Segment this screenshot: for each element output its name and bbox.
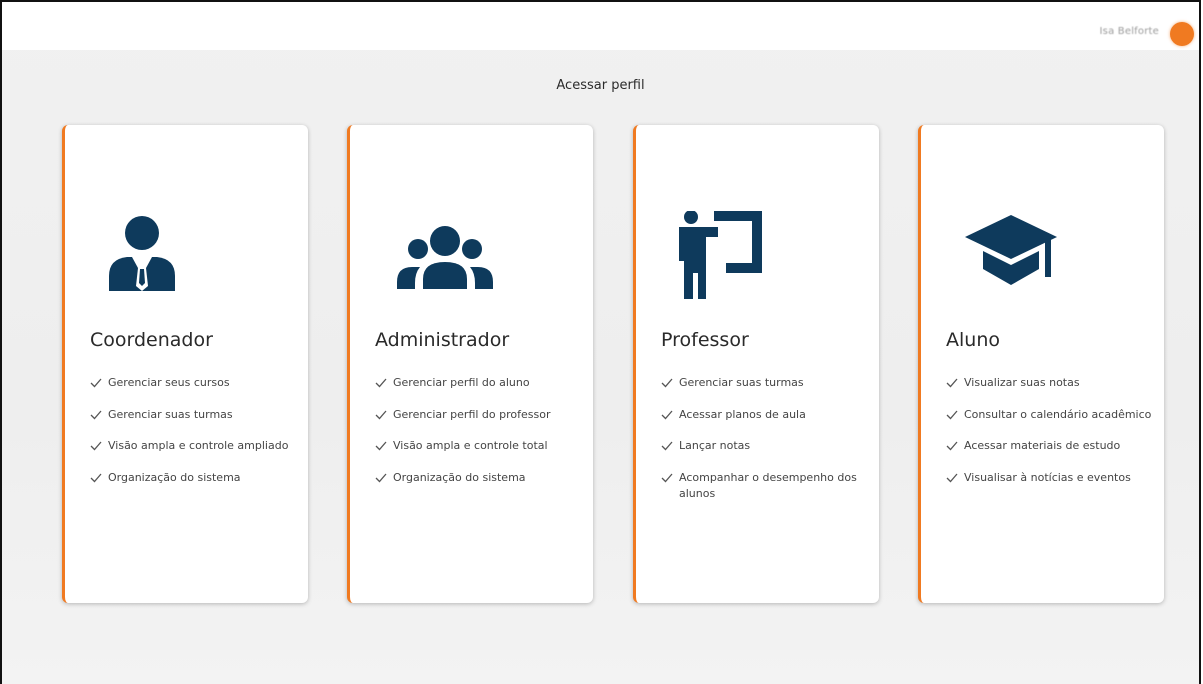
card-title: Aluno	[946, 329, 1000, 351]
feature-item: Lançar notas	[661, 438, 873, 454]
feature-item: Acessar planos de aula	[661, 407, 873, 423]
feature-item: Gerenciar perfil do aluno	[375, 375, 587, 391]
profile-card-professor[interactable]: Professor Gerenciar suas turmas Acessar …	[633, 125, 879, 603]
feature-item: Acessar materiais de estudo	[946, 438, 1158, 454]
feature-text: Gerenciar suas turmas	[679, 376, 804, 389]
feature-list: Gerenciar perfil do aluno Gerenciar perf…	[375, 375, 587, 501]
user-name[interactable]: Isa Belforte	[1100, 26, 1159, 37]
graduation-cap-icon	[961, 211, 1057, 301]
feature-item: Acompanhar o desempenho dos alunos	[661, 470, 873, 502]
check-icon	[661, 407, 675, 423]
businessman-icon	[105, 211, 195, 301]
check-icon	[90, 438, 104, 454]
profile-card-administrador[interactable]: Administrador Gerenciar perfil do aluno …	[347, 125, 593, 603]
feature-text: Organização do sistema	[393, 470, 526, 484]
check-icon	[90, 375, 104, 391]
feature-text: Acessar planos de aula	[679, 407, 806, 421]
check-icon	[90, 470, 104, 486]
feature-item: Gerenciar suas turmas	[90, 407, 302, 423]
feature-item: Consultar o calendário acadêmico	[946, 407, 1158, 423]
page-title: Acessar perfil	[556, 78, 645, 93]
check-icon	[375, 375, 389, 391]
teacher-board-icon	[676, 211, 766, 301]
check-icon	[946, 407, 960, 423]
check-icon	[661, 470, 675, 486]
feature-text: Acompanhar o desempenho dos alunos	[679, 470, 857, 500]
card-title: Administrador	[375, 329, 510, 351]
check-icon	[375, 407, 389, 423]
check-icon	[661, 375, 675, 391]
feature-item: Visão ampla e controle ampliado	[90, 438, 302, 454]
card-title: Professor	[661, 329, 749, 351]
feature-text: Organização do sistema	[108, 470, 241, 484]
card-title: Coordenador	[90, 329, 213, 351]
feature-item: Organização do sistema	[375, 470, 587, 486]
feature-text: Visualizar suas notas	[964, 376, 1080, 389]
profile-card-coordenador[interactable]: Coordenador Gerenciar seus cursos Gerenc…	[62, 125, 308, 603]
profile-card-aluno[interactable]: Aluno Visualizar suas notas Consultar o …	[918, 125, 1164, 603]
check-icon	[946, 438, 960, 454]
feature-text: Consultar o calendário acadêmico	[964, 407, 1152, 421]
user-avatar[interactable]	[1170, 22, 1194, 46]
feature-item: Visualisar à notícias e eventos	[946, 470, 1158, 486]
feature-item: Gerenciar suas turmas	[661, 375, 873, 391]
users-group-icon	[390, 211, 493, 301]
feature-item: Visualizar suas notas	[946, 375, 1158, 391]
feature-text: Gerenciar perfil do professor	[393, 407, 551, 421]
feature-list: Visualizar suas notas Consultar o calend…	[946, 375, 1158, 501]
feature-item: Gerenciar seus cursos	[90, 375, 302, 391]
app-frame: Isa Belforte Acessar perfil Coordenador …	[0, 0, 1201, 684]
feature-text: Visão ampla e controle total	[393, 439, 548, 452]
feature-text: Acessar materiais de estudo	[964, 439, 1121, 452]
feature-text: Lançar notas	[679, 439, 751, 452]
feature-text: Visualisar à notícias e eventos	[964, 470, 1131, 484]
check-icon	[661, 438, 675, 454]
feature-list: Gerenciar suas turmas Acessar planos de …	[661, 375, 873, 517]
feature-item: Gerenciar perfil do professor	[375, 407, 587, 423]
feature-text: Visão ampla e controle ampliado	[108, 439, 289, 452]
feature-text: Gerenciar suas turmas	[108, 407, 233, 421]
check-icon	[90, 407, 104, 423]
feature-item: Visão ampla e controle total	[375, 438, 587, 454]
feature-list: Gerenciar seus cursos Gerenciar suas tur…	[90, 375, 302, 501]
feature-text: Gerenciar seus cursos	[108, 376, 230, 389]
top-bar: Isa Belforte	[2, 2, 1199, 50]
check-icon	[375, 470, 389, 486]
check-icon	[375, 438, 389, 454]
check-icon	[946, 470, 960, 486]
feature-item: Organização do sistema	[90, 470, 302, 486]
feature-text: Gerenciar perfil do aluno	[393, 376, 530, 389]
check-icon	[946, 375, 960, 391]
